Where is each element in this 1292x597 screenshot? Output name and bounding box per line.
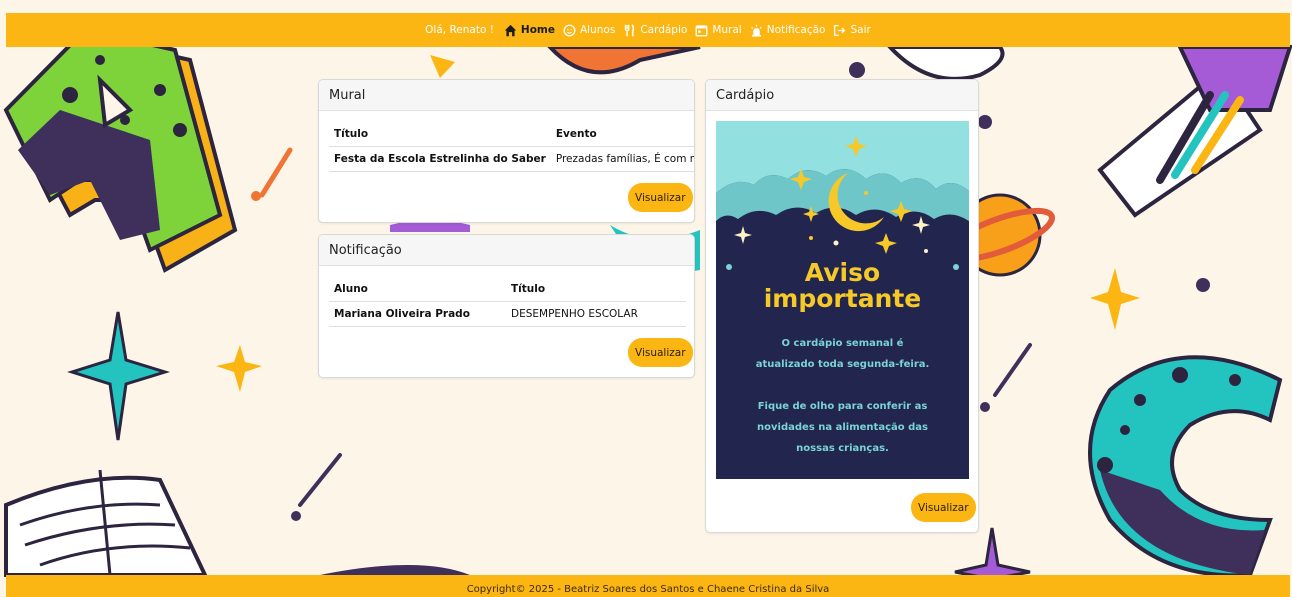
cardapio-poster[interactable]: Aviso importante O cardápio semanal é at… [716, 121, 969, 479]
nav-sair[interactable]: Sair [833, 24, 871, 37]
cardapio-title: Cardápio [716, 87, 775, 103]
table-row[interactable]: Mariana Oliveira Prado DESEMPENHO ESCOLA… [329, 301, 686, 327]
poster-text-2: atualizado toda segunda-feira. [756, 359, 930, 370]
poster-title-2: importante [764, 284, 922, 313]
nav-home[interactable]: Home [504, 24, 555, 37]
nav-alunos[interactable]: Alunos [563, 24, 615, 37]
pencil-cup-illustration [1097, 45, 1292, 218]
notificacao-title: Notificação [329, 242, 402, 258]
nav-cardapio[interactable]: Cardápio [623, 23, 688, 37]
poster-text-1: O cardápio semanal é [782, 337, 904, 349]
footer: Copyright© 2025 - Beatriz Soares dos San… [6, 575, 1290, 597]
letter-a-illustration [3, 27, 238, 273]
notificacao-row-titulo: DESEMPENHO ESCOLAR [506, 301, 686, 327]
poster-text-5: nossas crianças. [796, 443, 889, 454]
nav-home-label: Home [520, 24, 555, 36]
nav-alunos-label: Alunos [580, 24, 616, 36]
cardapio-visualizar-button[interactable]: Visualizar [911, 493, 976, 522]
mural-title: Mural [329, 87, 366, 103]
notificacao-visualizar-button[interactable]: Visualizar [628, 338, 693, 367]
fork-knife-icon [625, 23, 635, 36]
footer-copyright: Copyright© 2025 - Beatriz Soares dos San… [466, 584, 830, 595]
mural-row-evento: Prezadas famílias, É com muita alegr... [550, 146, 694, 172]
notificacao-card-header: Notificação [319, 235, 694, 266]
column-header-aluno: Aluno [329, 277, 506, 302]
mural-row-titulo: Festa da Escola Estrelinha do Saber [329, 146, 551, 172]
greeting-text: Olá, Renato ! [425, 24, 494, 36]
nav-notificacao[interactable]: Notificação [750, 24, 826, 37]
logout-icon [834, 24, 846, 36]
nav-notificacao-label: Notificação [766, 24, 826, 36]
calendar-icon [695, 24, 708, 36]
poster-text-4: novidades na alimentação das [757, 422, 928, 433]
poster-text-3: Fique de olho para conferir as [758, 401, 928, 412]
nav-mural-label: Mural [712, 24, 742, 36]
top-navbar: Olá, Renato ! Home Alunos Cardápio Mural… [6, 13, 1290, 47]
notificacao-card: Notificação Aluno Título Mariana Oliveir… [318, 234, 695, 378]
mural-card-header: Mural [319, 80, 694, 111]
nav-mural[interactable]: Mural [695, 24, 742, 37]
column-header-evento: Evento [550, 122, 694, 147]
child-face-icon [563, 24, 576, 36]
table-row[interactable]: Festa da Escola Estrelinha do Saber Prez… [329, 146, 694, 172]
nav-sair-label: Sair [850, 24, 871, 36]
mural-table-header: Título Evento [329, 122, 694, 147]
alarm-icon [750, 24, 762, 37]
mural-table: Título Evento Festa da Escola Estrelinha… [329, 122, 694, 172]
mural-card: Mural Título Evento Festa da Escola Estr… [318, 79, 695, 223]
poster-title-1: Aviso [805, 258, 880, 287]
cardapio-card: Cardápio Aviso importante O cardápio sem… [705, 79, 979, 533]
column-header-titulo: Título [329, 122, 551, 147]
home-icon [504, 24, 517, 36]
poster-illustration: Aviso importante O cardápio semanal é at… [716, 121, 969, 479]
notificacao-table-header: Aluno Título [329, 277, 686, 302]
book-illustration [4, 469, 209, 577]
cardapio-card-header: Cardápio [706, 80, 978, 111]
notificacao-row-aluno: Mariana Oliveira Prado [329, 301, 506, 327]
letter-c-illustration [1088, 355, 1283, 578]
notificacao-table: Aluno Título Mariana Oliveira Prado DESE… [329, 277, 686, 327]
mural-visualizar-button[interactable]: Visualizar [628, 183, 693, 212]
nav-cardapio-label: Cardápio [640, 24, 688, 36]
column-header-titulo: Título [506, 277, 686, 302]
